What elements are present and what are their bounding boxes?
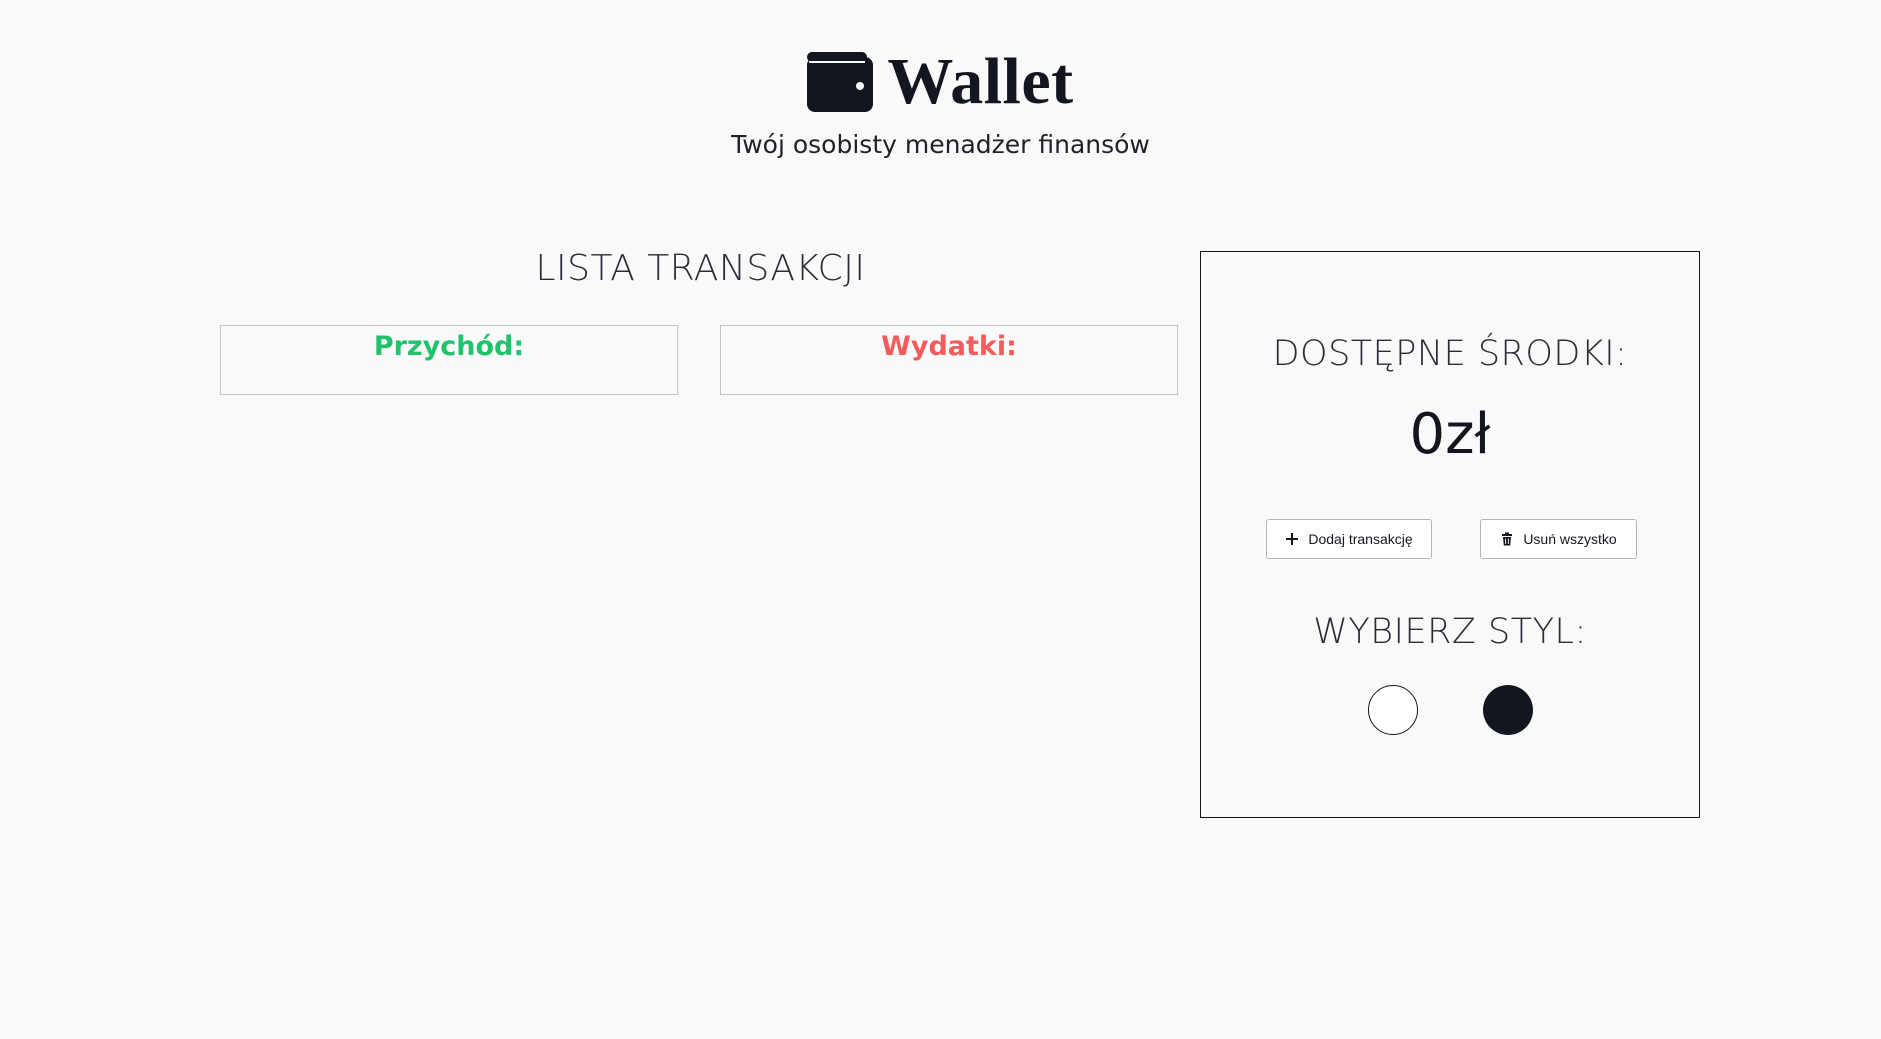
expense-label: Wydatki: bbox=[881, 331, 1017, 362]
available-funds-title: DOSTĘPNE ŚRODKI: bbox=[1272, 334, 1628, 374]
wallet-icon bbox=[807, 52, 874, 112]
app-title: Wallet bbox=[887, 45, 1074, 118]
app-subtitle: Twój osobisty menadżer finansów bbox=[731, 130, 1150, 159]
trash-icon bbox=[1502, 532, 1513, 546]
income-list: Przychód: bbox=[220, 325, 678, 395]
expense-list: Wydatki: bbox=[720, 325, 1178, 395]
balance-value: 0zł bbox=[1409, 402, 1491, 467]
delete-all-button[interactable]: Usuń wszystko bbox=[1480, 519, 1637, 559]
add-transaction-button[interactable]: Dodaj transakcję bbox=[1266, 519, 1432, 559]
delete-all-label: Usuń wszystko bbox=[1523, 531, 1617, 547]
add-transaction-label: Dodaj transakcję bbox=[1308, 531, 1413, 547]
transactions-title: LISTA TRANSAKCJI bbox=[535, 248, 866, 289]
app-header: Wallet Twój osobisty menadżer finansów bbox=[0, 44, 1881, 159]
income-label: Przychód: bbox=[373, 331, 525, 362]
logo: Wallet bbox=[0, 44, 1881, 120]
plus-icon bbox=[1286, 533, 1299, 545]
light-style-swatch[interactable] bbox=[1368, 685, 1418, 735]
dark-style-swatch[interactable] bbox=[1483, 685, 1533, 735]
balance-panel: DOSTĘPNE ŚRODKI: 0zł Dodaj transakcję Us… bbox=[1200, 251, 1700, 818]
choose-style-title: WYBIERZ STYL: bbox=[1313, 612, 1587, 652]
